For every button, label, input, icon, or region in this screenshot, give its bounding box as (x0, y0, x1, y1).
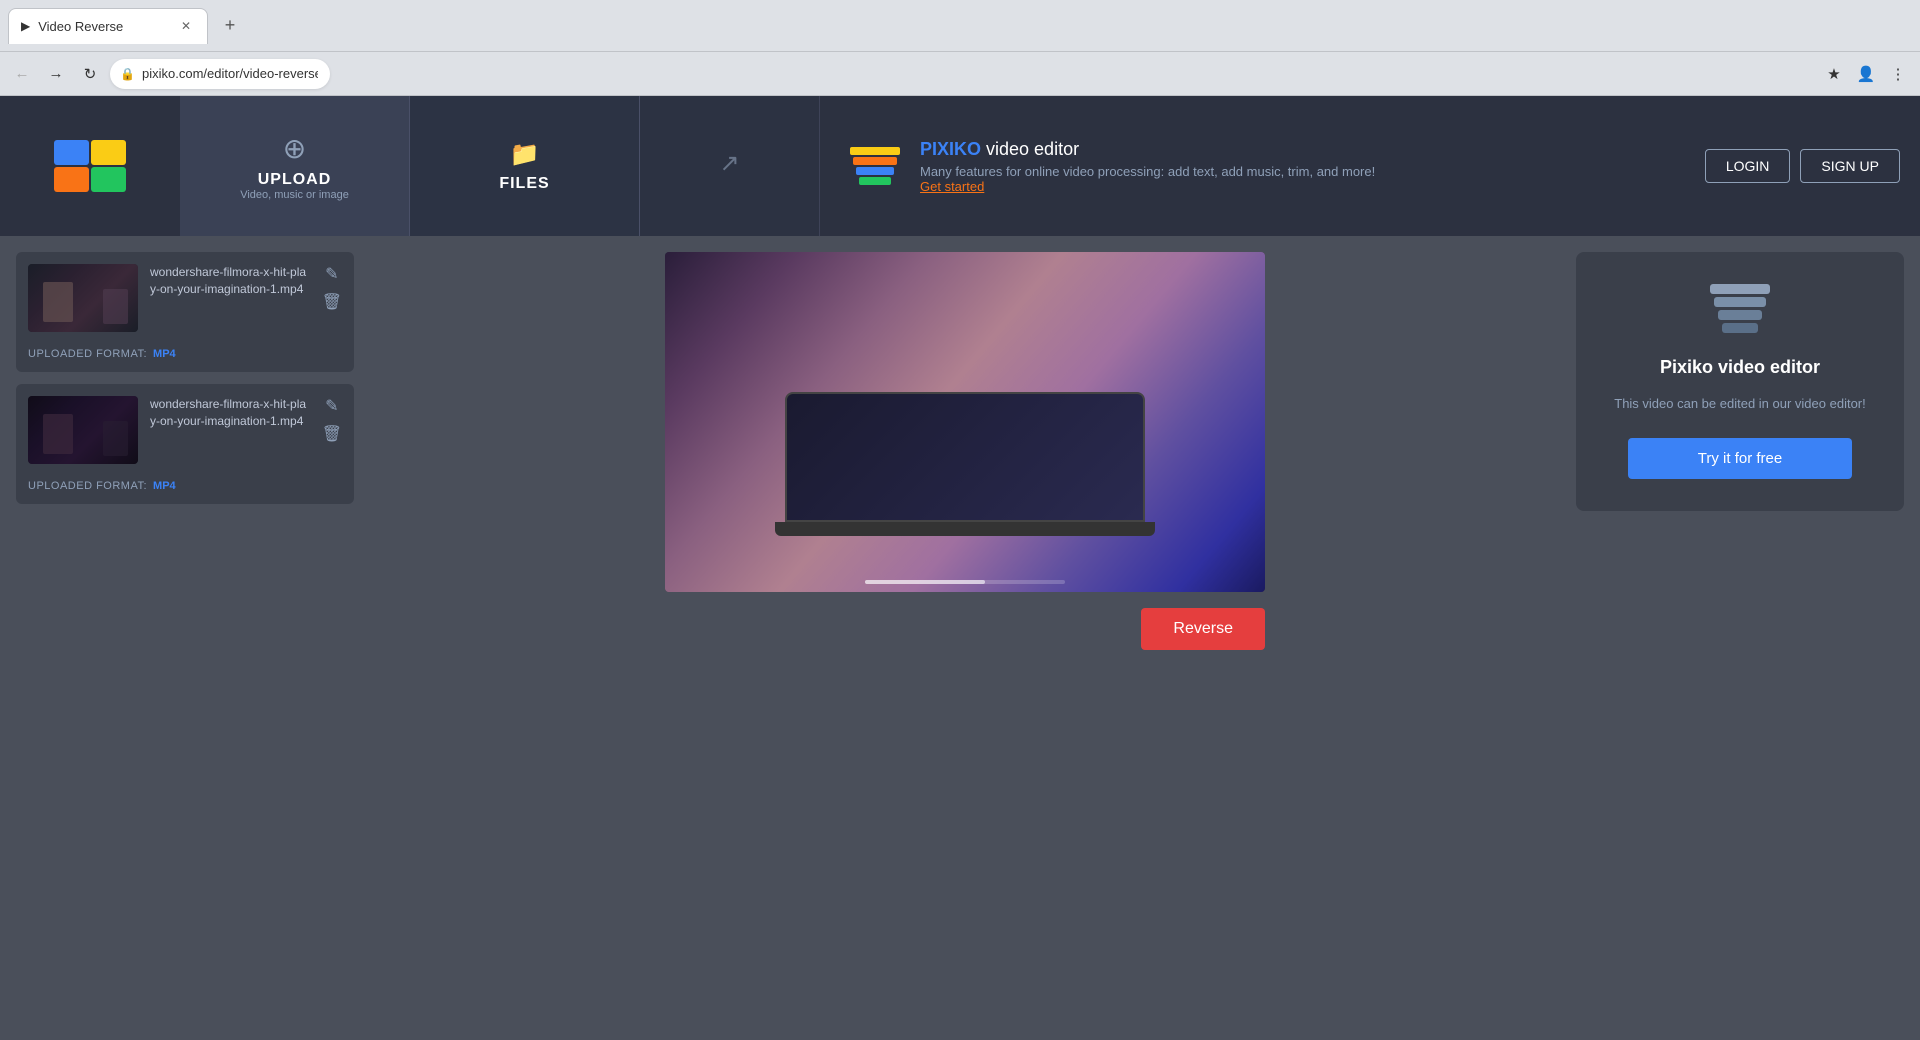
logo-cell-tl (54, 140, 89, 165)
file-card-2[interactable]: wondershare-filmora-x-hit-play-on-your-i… (16, 384, 354, 504)
promo-area: PIXIKO video editor Many features for on… (820, 96, 1705, 236)
tab-title: Video Reverse (38, 19, 169, 34)
logo-area (0, 96, 180, 236)
logo-cell-bl (54, 167, 89, 192)
file-card-1[interactable]: wondershare-filmora-x-hit-play-on-your-i… (16, 252, 354, 372)
video-preview (665, 252, 1265, 592)
file-format-row-2: UPLOADED FORMAT: MP4 (28, 480, 342, 492)
browser-tab-bar: ▶ Video Reverse ✕ + (0, 0, 1920, 52)
upload-button[interactable]: ⊕ UPLOAD Video, music or image (180, 96, 410, 236)
stack-layer-4 (859, 177, 891, 185)
delete-icon-2[interactable]: 🗑 (322, 424, 342, 444)
file-name-1: wondershare-filmora-x-hit-play-on-your-i… (150, 264, 310, 298)
promo-logo (850, 147, 900, 185)
file-actions-2: ✎ 🗑 (322, 396, 342, 444)
editor-stack-layer-1 (1710, 284, 1770, 294)
editor-stack-icon (1710, 284, 1770, 333)
files-label: FILES (499, 175, 549, 193)
delete-icon-1[interactable]: 🗑 (322, 292, 342, 312)
upload-label: UPLOAD (258, 171, 332, 189)
editor-stack-layer-3 (1718, 310, 1762, 320)
stack-layer-3 (856, 167, 894, 175)
thumb-canvas-1 (28, 264, 138, 332)
format-label-2: UPLOADED FORMAT: (28, 480, 147, 492)
video-canvas (665, 252, 1265, 592)
video-area: Reverse (370, 236, 1560, 1040)
file-thumb-1 (28, 264, 138, 332)
address-bar-wrapper: 🔒 (110, 59, 1814, 89)
browser-actions: ★ 👤 ⋮ (1820, 60, 1912, 88)
promo-desc: Many features for online video processin… (920, 164, 1675, 179)
login-button[interactable]: LOGIN (1705, 149, 1791, 183)
edit-icon-2[interactable]: ✎ (325, 396, 338, 416)
logo-cell-tr (91, 140, 126, 165)
upload-sublabel: Video, music or image (240, 189, 349, 201)
video-action-row: Reverse (665, 608, 1265, 650)
promo-brand: PIXIKO (920, 139, 981, 159)
address-bar-row: ← → ↻ 🔒 ★ 👤 ⋮ (0, 52, 1920, 96)
video-progress-bar[interactable] (865, 580, 1065, 584)
logo-cell-br (91, 167, 126, 192)
promo-title-rest: video editor (981, 139, 1079, 159)
new-tab-button[interactable]: + (216, 12, 244, 40)
active-tab[interactable]: ▶ Video Reverse ✕ (8, 8, 208, 44)
file-card-2-inner: wondershare-filmora-x-hit-play-on-your-i… (28, 396, 342, 464)
promo-text: PIXIKO video editor Many features for on… (920, 139, 1675, 194)
app-header: ⊕ UPLOAD Video, music or image 📁 FILES ↗… (0, 96, 1920, 236)
share-icon: ↗ (719, 149, 739, 178)
thumb-figure2-1 (103, 289, 128, 324)
thumb-figure2-2 (103, 421, 128, 456)
lock-icon: 🔒 (120, 67, 135, 81)
tab-favicon: ▶ (21, 19, 30, 33)
thumb-figure-1 (43, 282, 73, 322)
stack-layer-1 (850, 147, 900, 155)
upload-icon: ⊕ (283, 132, 306, 165)
files-button[interactable]: 📁 FILES (410, 96, 640, 236)
file-thumb-2 (28, 396, 138, 464)
file-name-2: wondershare-filmora-x-hit-play-on-your-i… (150, 396, 310, 430)
try-free-button[interactable]: Try it for free (1628, 438, 1852, 479)
sidebar: wondershare-filmora-x-hit-play-on-your-i… (0, 236, 370, 1040)
share-button[interactable]: ↗ (640, 96, 820, 236)
format-label-1: UPLOADED FORMAT: (28, 348, 147, 360)
thumb-figure-2 (43, 414, 73, 454)
pixiko-logo (54, 140, 126, 192)
editor-desc: This video can be edited in our video ed… (1614, 394, 1866, 414)
signup-button[interactable]: SIGN UP (1800, 149, 1900, 183)
back-button[interactable]: ← (8, 60, 36, 88)
bookmark-button[interactable]: ★ (1820, 60, 1848, 88)
editor-stack-layer-4 (1722, 323, 1758, 333)
editor-stack-layer-2 (1714, 297, 1766, 307)
address-input[interactable] (110, 59, 330, 89)
editor-title: Pixiko video editor (1660, 357, 1820, 378)
forward-button[interactable]: → (42, 60, 70, 88)
thumb-canvas-2 (28, 396, 138, 464)
file-info-2: wondershare-filmora-x-hit-play-on-your-i… (150, 396, 310, 430)
promo-stack (850, 147, 900, 185)
file-info-1: wondershare-filmora-x-hit-play-on-your-i… (150, 264, 310, 298)
promo-get-started-link[interactable]: Get started (920, 179, 1675, 194)
file-card-1-inner: wondershare-filmora-x-hit-play-on-your-i… (28, 264, 342, 332)
account-button[interactable]: 👤 (1852, 60, 1880, 88)
main-content: wondershare-filmora-x-hit-play-on-your-i… (0, 236, 1920, 1040)
files-icon: 📁 (510, 140, 540, 169)
format-value-2: MP4 (153, 480, 176, 492)
video-progress-fill (865, 580, 985, 584)
reverse-button[interactable]: Reverse (1141, 608, 1265, 650)
editor-promo-card: Pixiko video editor This video can be ed… (1576, 252, 1904, 511)
edit-icon-1[interactable]: ✎ (325, 264, 338, 284)
file-actions-1: ✎ 🗑 (322, 264, 342, 312)
file-format-row-1: UPLOADED FORMAT: MP4 (28, 348, 342, 360)
tab-close-button[interactable]: ✕ (177, 17, 195, 35)
right-panel: Pixiko video editor This video can be ed… (1560, 236, 1920, 1040)
reload-button[interactable]: ↻ (76, 60, 104, 88)
auth-buttons: LOGIN SIGN UP (1705, 149, 1920, 183)
menu-button[interactable]: ⋮ (1884, 60, 1912, 88)
format-value-1: MP4 (153, 348, 176, 360)
promo-title: PIXIKO video editor (920, 139, 1675, 160)
stack-layer-2 (853, 157, 897, 165)
